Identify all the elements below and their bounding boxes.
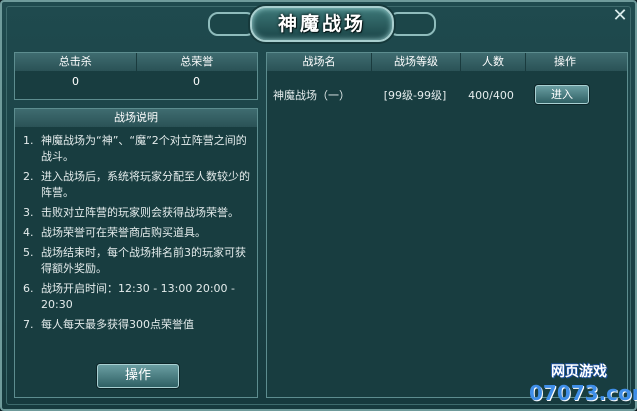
- battlefield-name: 神魔战场（一）: [273, 89, 350, 102]
- rule-text: 战场开启时间：12:30 - 13:00 20:00 - 20:30: [41, 282, 236, 311]
- total-honor-label: 总荣誉: [135, 53, 258, 71]
- rule-text: 战场荣誉可在荣誉商店购买道具。: [41, 226, 206, 239]
- rule-number: 3.: [23, 206, 34, 219]
- description-panel: 战场说明 1. 神魔战场为“神”、“魔”2个对立阵营之间的战斗。 2. 进入战场…: [14, 108, 258, 398]
- enter-button[interactable]: 进入: [535, 85, 589, 104]
- rule-number: 1.: [23, 134, 34, 147]
- column-header-action: 操作: [525, 53, 604, 71]
- rule-text: 战场结束时，每个战场排名前3的玩家可获得额外奖励。: [41, 246, 246, 275]
- rule-item: 2. 进入战场后，系统将玩家分配至人数较少的阵营。: [23, 169, 251, 201]
- title-ornament-right: [388, 12, 436, 36]
- rule-item: 4. 战场荣誉可在荣誉商店购买道具。: [23, 225, 251, 241]
- watermark-top-text: 网页游戏: [551, 364, 607, 380]
- operate-button[interactable]: 操作: [97, 364, 179, 388]
- table-row: 神魔战场（一） [99级-99级] 400/400 进入: [267, 83, 627, 107]
- total-honor-value: 0: [193, 75, 200, 88]
- total-kills-label: 总击杀: [58, 55, 92, 68]
- battlefield-table-panel: 战场名 战场等级 人数 操作 神魔战场（一） [99级-99级] 400/400…: [266, 52, 628, 398]
- table-header: 战场名 战场等级 人数 操作: [267, 53, 627, 71]
- rules-list: 1. 神魔战场为“神”、“魔”2个对立阵营之间的战斗。 2. 进入战场后，系统将…: [15, 127, 257, 333]
- rule-number: 5.: [23, 246, 34, 259]
- rule-number: 2.: [23, 170, 34, 183]
- rule-text: 击败对立阵营的玩家则会获得战场荣誉。: [41, 206, 239, 219]
- watermark-bottom-text: 07073.com: [529, 381, 637, 405]
- title-ornament-left: [208, 12, 256, 36]
- rule-number: 6.: [23, 282, 34, 295]
- rule-item: 5. 战场结束时，每个战场排名前3的玩家可获得额外奖励。: [23, 245, 251, 277]
- rule-item: 6. 战场开启时间：12:30 - 13:00 20:00 - 20:30: [23, 281, 251, 313]
- battlefield-action-cell: 进入: [523, 85, 601, 105]
- column-header-level: 战场等级: [371, 53, 460, 71]
- total-kills-value: 0: [72, 75, 79, 88]
- column-header-count: 人数: [460, 53, 525, 71]
- stats-values: 0 0: [15, 71, 257, 93]
- rule-number: 7.: [23, 318, 34, 331]
- close-icon[interactable]: ✕: [611, 7, 629, 25]
- battlefield-count: 400/400: [468, 88, 514, 102]
- battlefield-window: 神魔战场 ✕ 总击杀 总荣誉 0 0 战场说明 1. 神魔战场为“神”、“魔”2…: [0, 0, 637, 411]
- site-watermark: 网页游戏 07073.com: [529, 361, 637, 407]
- description-title: 战场说明: [15, 109, 257, 127]
- rule-item: 1. 神魔战场为“神”、“魔”2个对立阵营之间的战斗。: [23, 133, 251, 165]
- stats-header: 总击杀 总荣誉: [15, 53, 257, 71]
- rule-number: 4.: [23, 226, 34, 239]
- rule-text: 每人每天最多获得300点荣誉值: [41, 318, 194, 331]
- stats-panel: 总击杀 总荣誉 0 0: [14, 52, 258, 100]
- window-title: 神魔战场: [250, 6, 394, 42]
- battlefield-level: [99级-99级]: [383, 89, 447, 102]
- rule-text: 进入战场后，系统将玩家分配至人数较少的阵营。: [41, 170, 250, 199]
- rule-text: 神魔战场为“神”、“魔”2个对立阵营之间的战斗。: [41, 134, 247, 163]
- rule-item: 3. 击败对立阵营的玩家则会获得战场荣誉。: [23, 205, 251, 221]
- rule-item: 7. 每人每天最多获得300点荣誉值: [23, 317, 251, 333]
- column-header-name: 战场名: [302, 55, 336, 68]
